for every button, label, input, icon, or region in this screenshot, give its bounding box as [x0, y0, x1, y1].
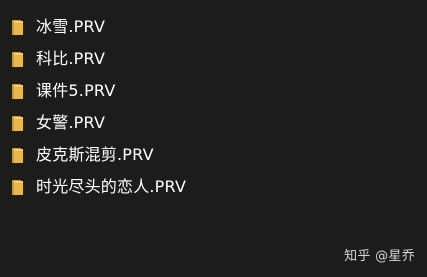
file-list: 冰雪.PRV 科比.PRV 课件5.PRV 女警.PRV 皮克斯混剪.PRV 时… — [0, 11, 427, 203]
file-name: 科比.PRV — [36, 49, 106, 68]
folder-icon — [12, 83, 23, 99]
folder-icon — [12, 147, 23, 163]
file-name: 女警.PRV — [36, 113, 106, 132]
folder-icon — [12, 19, 23, 35]
watermark-text: 知乎 @星乔 — [344, 249, 415, 264]
file-name: 时光尽头的恋人.PRV — [36, 177, 187, 196]
file-name: 课件5.PRV — [36, 81, 116, 100]
file-row-kobe[interactable]: 科比.PRV — [0, 43, 427, 75]
file-row-pixar-mix[interactable]: 皮克斯混剪.PRV — [0, 139, 427, 171]
file-name: 冰雪.PRV — [36, 17, 106, 36]
file-row-policewoman[interactable]: 女警.PRV — [0, 107, 427, 139]
folder-icon — [12, 51, 23, 67]
file-row-bingxue[interactable]: 冰雪.PRV — [0, 11, 427, 43]
folder-icon — [12, 179, 23, 195]
file-row-lovers-end-of-time[interactable]: 时光尽头的恋人.PRV — [0, 171, 427, 203]
folder-icon — [12, 115, 23, 131]
file-explorer-pane: 冰雪.PRV 科比.PRV 课件5.PRV 女警.PRV 皮克斯混剪.PRV 时… — [0, 0, 427, 277]
file-row-courseware5[interactable]: 课件5.PRV — [0, 75, 427, 107]
file-name: 皮克斯混剪.PRV — [36, 145, 154, 164]
